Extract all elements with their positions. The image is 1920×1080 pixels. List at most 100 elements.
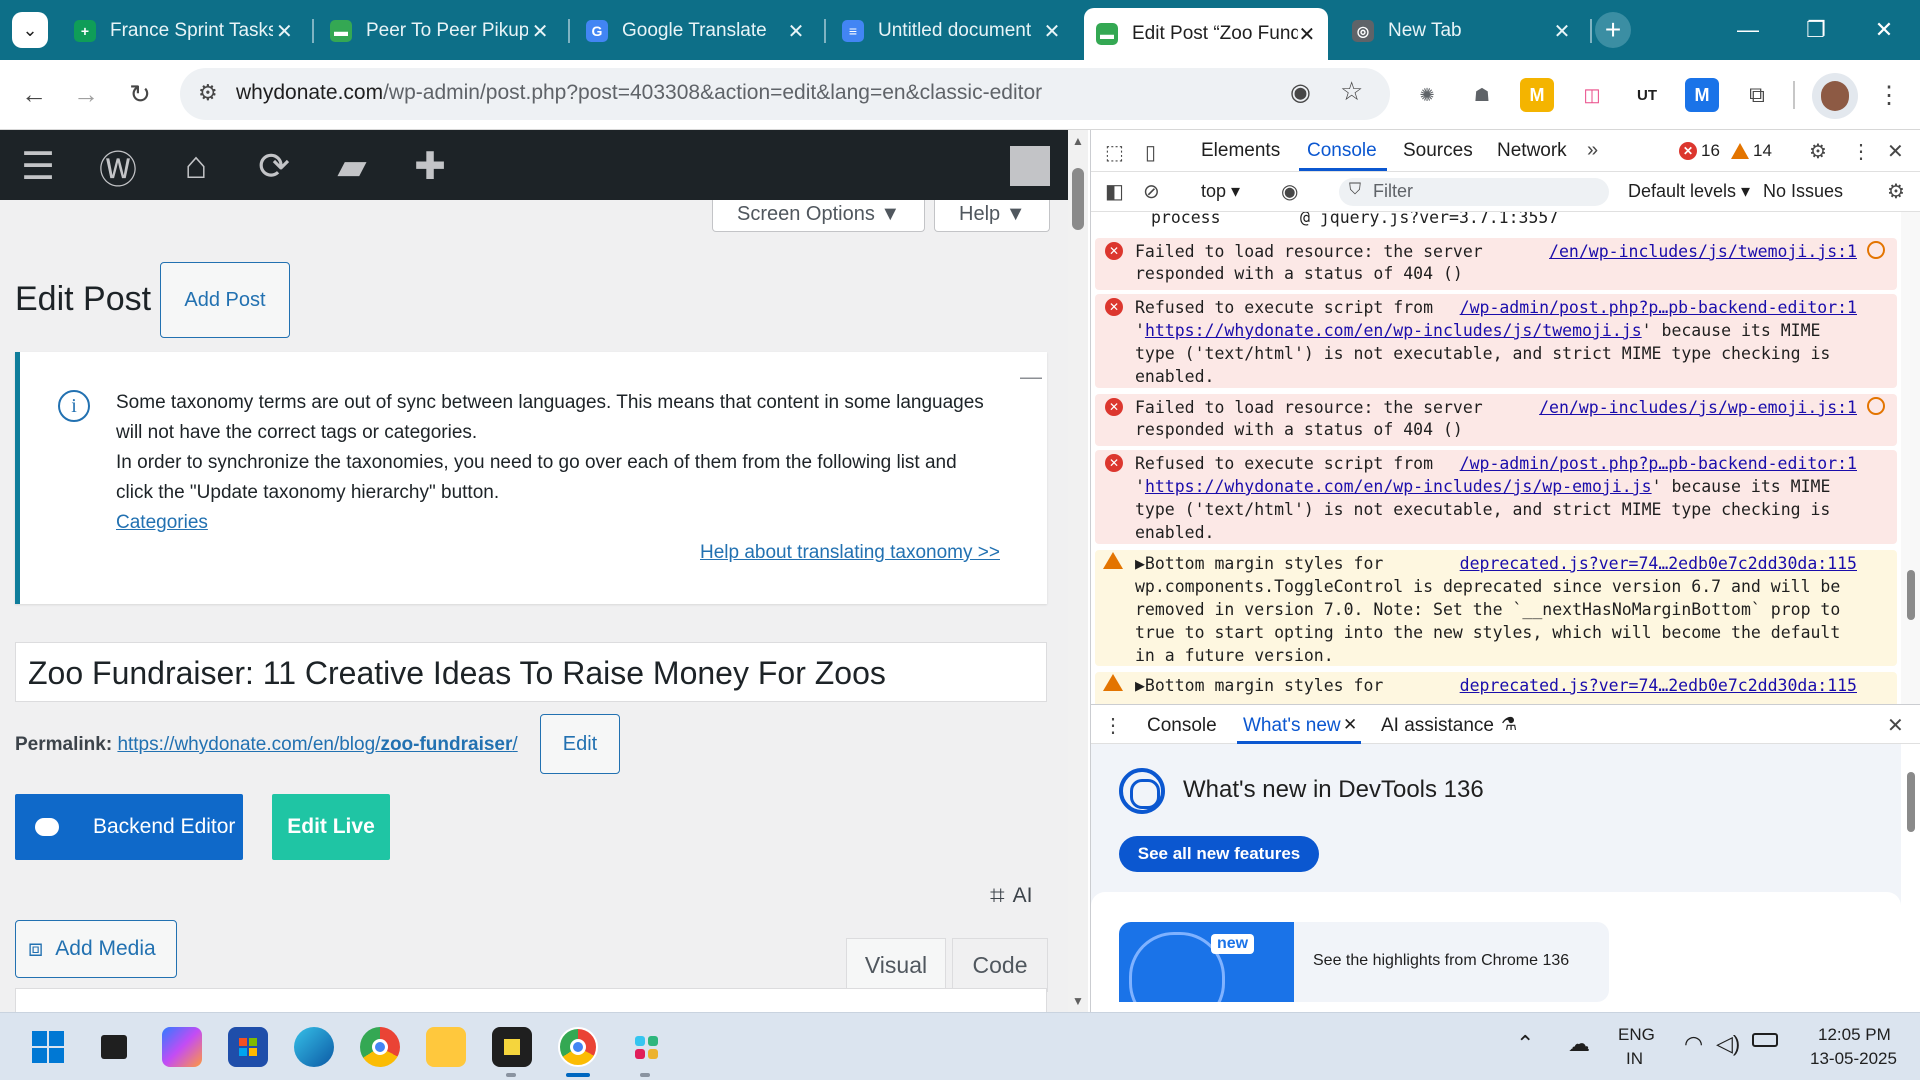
- m-blue-extension-icon[interactable]: M: [1685, 78, 1719, 112]
- address-bar[interactable]: ⚙ whydonate.com/wp-admin/post.php?post=4…: [180, 68, 1390, 120]
- profile-avatar[interactable]: [1812, 73, 1858, 119]
- tab-untitled-document[interactable]: ≡ Untitled document ✕: [830, 10, 1076, 52]
- drawer-tab-whats-new[interactable]: What's new: [1243, 715, 1341, 737]
- wordpress-logo-icon[interactable]: Ⓦ: [94, 142, 142, 192]
- clear-console-icon[interactable]: ⊘: [1143, 179, 1160, 204]
- file-explorer-icon[interactable]: [426, 1027, 466, 1067]
- edge-icon[interactable]: [294, 1027, 334, 1067]
- warning-icon[interactable]: [1731, 143, 1749, 159]
- home-icon[interactable]: ⌂: [172, 142, 220, 190]
- video-thumbnail[interactable]: [1119, 922, 1294, 1002]
- tab-france-sprint-tasks[interactable]: + France Sprint Tasks ✕: [62, 10, 308, 52]
- robot-icon[interactable]: ☗: [1465, 78, 1499, 112]
- console-filter-input[interactable]: ⛉ Filter: [1339, 178, 1609, 206]
- console-scrollbar[interactable]: [1901, 212, 1920, 704]
- inline-url-link[interactable]: https://whydonate.com/en/wp-includes/js/…: [1145, 477, 1652, 496]
- settings-gear-icon[interactable]: ⚙: [1809, 139, 1827, 164]
- close-icon[interactable]: ✕: [1298, 22, 1316, 47]
- star-icon[interactable]: ☆: [1340, 76, 1363, 107]
- wp-user-avatar[interactable]: [1010, 146, 1050, 186]
- add-post-button[interactable]: Add Post: [160, 262, 290, 338]
- network-request-icon[interactable]: [1867, 241, 1885, 259]
- source-link[interactable]: /en/wp-includes/js/twemoji.js:1: [1549, 240, 1857, 263]
- close-icon[interactable]: ✕: [273, 19, 296, 44]
- source-link[interactable]: /wp-admin/post.php?p…pb-backend-editor:1: [1460, 296, 1857, 319]
- volume-icon[interactable]: ◁): [1716, 1031, 1740, 1057]
- add-media-button[interactable]: ⧈ Add Media: [15, 920, 177, 978]
- help-translating-link[interactable]: Help about translating taxonomy >>: [700, 542, 1000, 564]
- slack-icon[interactable]: [626, 1027, 666, 1067]
- drawer-tab-ai-assistance[interactable]: AI assistance: [1381, 715, 1494, 737]
- comments-icon[interactable]: ▰: [328, 142, 376, 190]
- issues-counter[interactable]: No Issues: [1763, 181, 1843, 202]
- onedrive-cloud-icon[interactable]: ☁: [1568, 1031, 1590, 1057]
- ai-button[interactable]: ⌗ AI: [990, 880, 1032, 912]
- post-title-input[interactable]: Zoo Fundraiser: 11 Creative Ideas To Rai…: [15, 642, 1047, 702]
- chevron-up-icon[interactable]: ⌃: [1516, 1031, 1534, 1057]
- close-icon[interactable]: ✕: [1343, 715, 1357, 735]
- close-window-button[interactable]: ✕: [1854, 10, 1914, 50]
- network-request-icon[interactable]: [1867, 397, 1885, 415]
- console-scroll-thumb[interactable]: [1907, 570, 1915, 620]
- tab-new-tab[interactable]: ◎ New Tab ✕: [1340, 10, 1586, 52]
- source-link[interactable]: deprecated.js?ver=74…2edb0e7c2dd30da:115: [1460, 552, 1857, 575]
- forward-button[interactable]: →: [66, 74, 106, 114]
- source-link[interactable]: /en/wp-includes/js/wp-emoji.js:1: [1539, 396, 1857, 419]
- source-link[interactable]: deprecated.js?ver=74…2edb0e7c2dd30da:115: [1460, 674, 1857, 697]
- task-view-icon[interactable]: [94, 1027, 134, 1067]
- m-extension-icon[interactable]: M: [1520, 78, 1554, 112]
- more-options-icon[interactable]: ⋮: [1851, 139, 1871, 164]
- reload-button[interactable]: ↻: [120, 74, 160, 114]
- tab-peer-to-peer[interactable]: ▬ Peer To Peer Pikup ✕: [318, 10, 564, 52]
- backend-editor-button[interactable]: Backend Editor: [15, 794, 243, 860]
- tab-google-translate[interactable]: G Google Translate ✕: [574, 10, 820, 52]
- close-icon[interactable]: ✕: [1550, 19, 1574, 44]
- language-indicator[interactable]: ENG: [1618, 1025, 1655, 1045]
- drawer-menu-icon[interactable]: ⋮: [1103, 713, 1123, 738]
- battery-icon[interactable]: [1752, 1033, 1778, 1047]
- tab-console[interactable]: Console: [1307, 140, 1377, 162]
- notice-dismiss-button[interactable]: —: [1020, 364, 1042, 390]
- puzzle-icon[interactable]: ⧉: [1740, 78, 1774, 112]
- close-icon[interactable]: ✕: [528, 19, 552, 44]
- permalink-edit-button[interactable]: Edit: [540, 714, 620, 774]
- close-icon[interactable]: ✕: [784, 19, 808, 44]
- permalink-link[interactable]: https://whydonate.com/en/blog/zoo-fundra…: [117, 734, 517, 755]
- ut-extension-icon[interactable]: UT: [1630, 78, 1664, 112]
- page-scrollbar[interactable]: [1068, 130, 1088, 1012]
- device-toggle-icon[interactable]: ▯: [1145, 140, 1156, 165]
- eye-icon[interactable]: ◉: [1290, 78, 1311, 107]
- inline-url-link[interactable]: https://whydonate.com/en/wp-includes/js/…: [1145, 321, 1642, 340]
- context-selector[interactable]: top ▾: [1201, 181, 1240, 202]
- help-button[interactable]: Help ▼: [934, 200, 1051, 232]
- chrome-icon[interactable]: [360, 1027, 400, 1067]
- close-drawer-icon[interactable]: ✕: [1887, 713, 1904, 738]
- minimize-button[interactable]: —: [1718, 10, 1778, 50]
- live-expression-eye-icon[interactable]: ◉: [1281, 179, 1298, 204]
- categories-link[interactable]: Categories: [116, 512, 208, 534]
- console-warning-message[interactable]: ▶Bottom margin styles for deprecated.js?…: [1095, 672, 1897, 704]
- site-info-icon[interactable]: ⚙: [198, 80, 218, 106]
- screenshot-icon[interactable]: ◫: [1575, 78, 1609, 112]
- tab-elements[interactable]: Elements: [1201, 140, 1280, 162]
- see-all-features-button[interactable]: See all new features: [1119, 836, 1319, 872]
- error-count[interactable]: 16: [1701, 141, 1720, 161]
- store-icon[interactable]: [228, 1027, 268, 1067]
- back-button[interactable]: ←: [14, 74, 54, 114]
- sticky-notes-icon[interactable]: [492, 1027, 532, 1067]
- chrome-profile-icon[interactable]: [558, 1027, 598, 1067]
- warning-count[interactable]: 14: [1753, 141, 1772, 161]
- new-tab-button[interactable]: +: [1595, 12, 1631, 48]
- restore-button[interactable]: ❐: [1786, 10, 1846, 50]
- more-menu-icon[interactable]: ⋮: [1872, 78, 1906, 112]
- clock-date[interactable]: 13-05-2025: [1810, 1049, 1897, 1069]
- scroll-up-icon[interactable]: ▲: [1070, 134, 1086, 148]
- edit-live-button[interactable]: Edit Live: [272, 794, 390, 860]
- tab-edit-post[interactable]: ▬ Edit Post “Zoo Fundraiser ✕: [1084, 8, 1328, 60]
- updates-icon[interactable]: ⟳: [250, 142, 298, 190]
- whats-new-scroll-thumb[interactable]: [1907, 772, 1915, 832]
- screen-options-button[interactable]: Screen Options ▼: [712, 200, 926, 232]
- tab-network[interactable]: Network: [1497, 140, 1567, 162]
- copilot-icon[interactable]: [162, 1027, 202, 1067]
- wifi-icon[interactable]: ◠: [1684, 1031, 1703, 1057]
